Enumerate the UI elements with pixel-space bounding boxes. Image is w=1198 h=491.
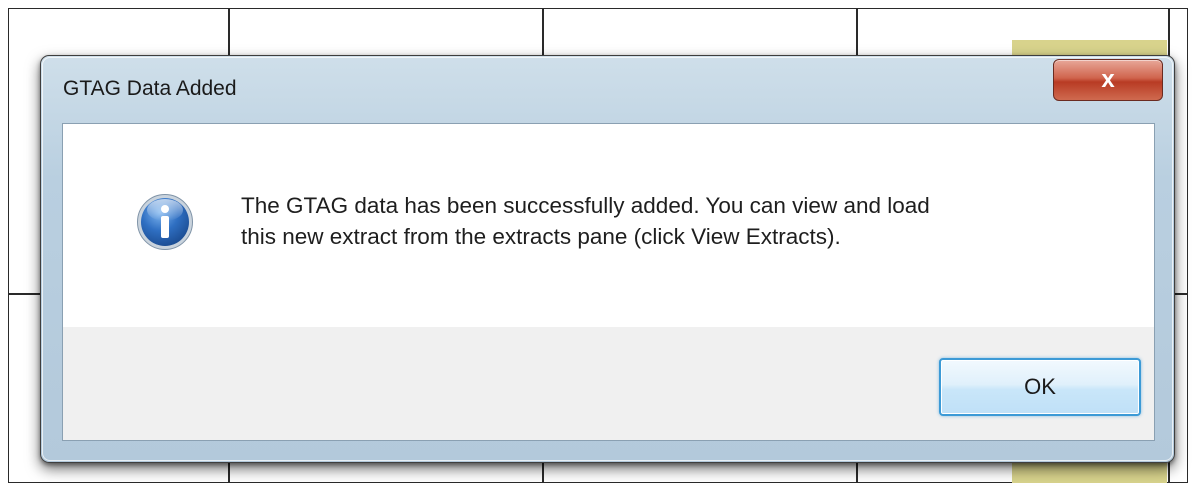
grid-line xyxy=(856,462,858,483)
grid-line xyxy=(542,462,544,483)
message-line: this new extract from the extracts pane … xyxy=(241,224,841,249)
message-line: The GTAG data has been successfully adde… xyxy=(241,193,930,218)
close-icon: x xyxy=(1101,66,1115,93)
grid-line xyxy=(228,462,230,483)
grid-line xyxy=(228,8,230,56)
dialog-client-area: The GTAG data has been successfully adde… xyxy=(62,123,1155,441)
grid-line xyxy=(1168,462,1170,483)
info-icon xyxy=(137,194,193,250)
grid-line xyxy=(8,293,42,295)
grid-line xyxy=(856,8,858,56)
grid-line xyxy=(1168,8,1170,56)
highlighted-cell-bottom xyxy=(1012,462,1167,483)
close-button[interactable]: x xyxy=(1053,59,1163,101)
grid-line xyxy=(1174,293,1188,295)
dialog-content: The GTAG data has been successfully adde… xyxy=(63,124,1154,327)
dialog-title: GTAG Data Added xyxy=(63,77,237,100)
gtag-data-added-dialog: GTAG Data Added x The GTAG data has been… xyxy=(40,55,1175,463)
ok-button[interactable]: OK xyxy=(939,358,1141,416)
highlighted-cell-top xyxy=(1012,40,1167,56)
dialog-message: The GTAG data has been successfully adde… xyxy=(241,190,1121,252)
grid-line xyxy=(542,8,544,56)
